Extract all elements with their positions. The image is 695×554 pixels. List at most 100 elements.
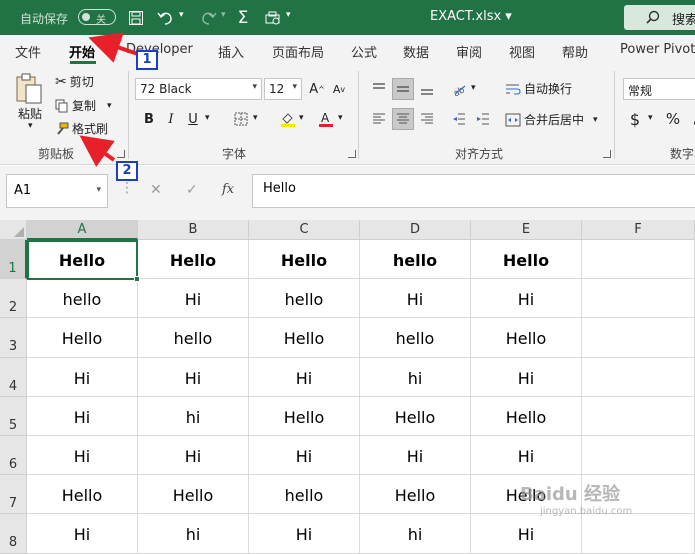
cell-b4[interactable]: Hi: [138, 357, 249, 397]
align-middle-icon[interactable]: [392, 78, 414, 100]
cell-d4[interactable]: hi: [360, 357, 471, 397]
cell-c2[interactable]: hello: [249, 279, 360, 319]
borders-icon[interactable]: [230, 108, 252, 130]
cell-f3[interactable]: [582, 318, 695, 358]
cell-c5[interactable]: Hello: [249, 396, 360, 436]
tab-formulas[interactable]: 公式: [351, 42, 377, 61]
row-header-3[interactable]: 3: [0, 318, 27, 358]
font-color-icon[interactable]: A: [315, 108, 337, 130]
cell-d5[interactable]: Hello: [360, 396, 471, 436]
clipboard-launcher-icon[interactable]: [117, 150, 125, 158]
row-header-6[interactable]: 6: [0, 436, 27, 476]
cell-a5[interactable]: Hi: [27, 396, 138, 436]
cell-b5[interactable]: hi: [138, 396, 249, 436]
cell-e1[interactable]: Hello: [471, 240, 582, 280]
cell-d7[interactable]: Hello: [360, 475, 471, 515]
column-header-c[interactable]: C: [249, 220, 360, 240]
row-header-4[interactable]: 4: [0, 357, 27, 397]
number-format-combo[interactable]: 常规: [623, 78, 695, 100]
cell-a8[interactable]: Hi: [27, 514, 138, 554]
tab-help[interactable]: 帮助: [562, 42, 588, 61]
cell-c4[interactable]: Hi: [249, 357, 360, 397]
cell-d8[interactable]: hi: [360, 514, 471, 554]
row-header-1[interactable]: 1: [0, 240, 27, 280]
cut-button[interactable]: ✂ 剪切: [55, 73, 94, 90]
cell-d6[interactable]: Hi: [360, 436, 471, 476]
cell-a3[interactable]: Hello: [27, 318, 138, 358]
column-header-b[interactable]: B: [138, 220, 249, 240]
row-header-7[interactable]: 7: [0, 475, 27, 515]
cell-e5[interactable]: Hello: [471, 396, 582, 436]
cell-d2[interactable]: Hi: [360, 279, 471, 319]
quick-access-icon[interactable]: [262, 7, 284, 29]
cell-e4[interactable]: Hi: [471, 357, 582, 397]
tab-home[interactable]: 开始: [69, 42, 95, 61]
increase-indent-icon[interactable]: [472, 108, 494, 130]
enter-icon[interactable]: ✓: [186, 182, 198, 198]
cell-b2[interactable]: Hi: [138, 279, 249, 319]
tab-file[interactable]: 文件: [15, 42, 41, 61]
format-painter-button[interactable]: 格式刷: [55, 120, 108, 137]
align-top-icon[interactable]: [368, 78, 390, 100]
cell-c8[interactable]: Hi: [249, 514, 360, 554]
orientation-dropdown-icon[interactable]: ▾: [471, 83, 476, 93]
increase-font-icon[interactable]: A ^: [306, 78, 328, 100]
bold-button[interactable]: B: [138, 108, 160, 130]
tab-insert[interactable]: 插入: [218, 42, 244, 61]
redo-icon[interactable]: [197, 7, 219, 29]
cell-b3[interactable]: hello: [138, 318, 249, 358]
underline-button[interactable]: U: [182, 108, 204, 130]
column-header-d[interactable]: D: [360, 220, 471, 240]
italic-button[interactable]: I: [160, 108, 182, 130]
decrease-indent-icon[interactable]: [448, 108, 470, 130]
document-title[interactable]: EXACT.xlsx ▾: [430, 9, 512, 24]
fill-color-dropdown-icon[interactable]: ▾: [299, 113, 304, 123]
align-left-icon[interactable]: [368, 108, 390, 130]
undo-dropdown-icon[interactable]: ▾: [179, 10, 184, 20]
cell-b1[interactable]: Hello: [138, 240, 249, 280]
tab-power-pivot[interactable]: Power Pivot: [620, 42, 695, 57]
cell-c6[interactable]: Hi: [249, 436, 360, 476]
cell-e2[interactable]: Hi: [471, 279, 582, 319]
cell-c7[interactable]: hello: [249, 475, 360, 515]
fill-color-icon[interactable]: [277, 108, 299, 130]
cell-a4[interactable]: Hi: [27, 357, 138, 397]
paste-button[interactable]: 粘贴: [18, 105, 42, 122]
currency-button[interactable]: $: [624, 108, 646, 130]
cell-f1[interactable]: [582, 240, 695, 280]
fill-handle[interactable]: [134, 276, 140, 282]
cancel-icon[interactable]: ✕: [150, 182, 162, 198]
row-header-8[interactable]: 8: [0, 514, 27, 554]
align-right-icon[interactable]: [416, 108, 438, 130]
cell-f8[interactable]: [582, 514, 695, 554]
copy-button[interactable]: 复制 ▾: [55, 97, 112, 114]
cell-e3[interactable]: Hello: [471, 318, 582, 358]
tab-page-layout[interactable]: 页面布局: [272, 42, 324, 61]
cell-f5[interactable]: [582, 396, 695, 436]
cell-e8[interactable]: Hi: [471, 514, 582, 554]
merge-center-button[interactable]: 合并后居中 ▾: [505, 111, 598, 128]
cell-d3[interactable]: hello: [360, 318, 471, 358]
column-header-a[interactable]: A: [27, 220, 138, 240]
autosum-icon[interactable]: Σ: [232, 7, 254, 29]
save-icon[interactable]: [125, 7, 147, 29]
customize-toolbar-icon[interactable]: ▾: [286, 10, 291, 20]
tab-review[interactable]: 审阅: [456, 42, 482, 61]
name-box[interactable]: A1 ▾: [6, 174, 108, 208]
font-name-combo[interactable]: 72 Black ▾: [135, 78, 262, 100]
cell-e6[interactable]: Hi: [471, 436, 582, 476]
align-bottom-icon[interactable]: [416, 78, 438, 100]
underline-dropdown-icon[interactable]: ▾: [205, 113, 210, 123]
tab-view[interactable]: 视图: [509, 42, 535, 61]
font-color-dropdown-icon[interactable]: ▾: [338, 113, 343, 123]
redo-dropdown-icon[interactable]: ▾: [221, 10, 226, 20]
search-box[interactable]: 搜索: [624, 5, 695, 30]
cell-f6[interactable]: [582, 436, 695, 476]
insert-function-icon[interactable]: fx: [222, 182, 234, 197]
cell-b8[interactable]: hi: [138, 514, 249, 554]
currency-dropdown-icon[interactable]: ▾: [648, 113, 653, 123]
comma-style-icon[interactable]: ,: [684, 108, 695, 130]
row-header-5[interactable]: 5: [0, 396, 27, 436]
cell-d1[interactable]: hello: [360, 240, 471, 280]
select-all-button[interactable]: [0, 220, 27, 240]
